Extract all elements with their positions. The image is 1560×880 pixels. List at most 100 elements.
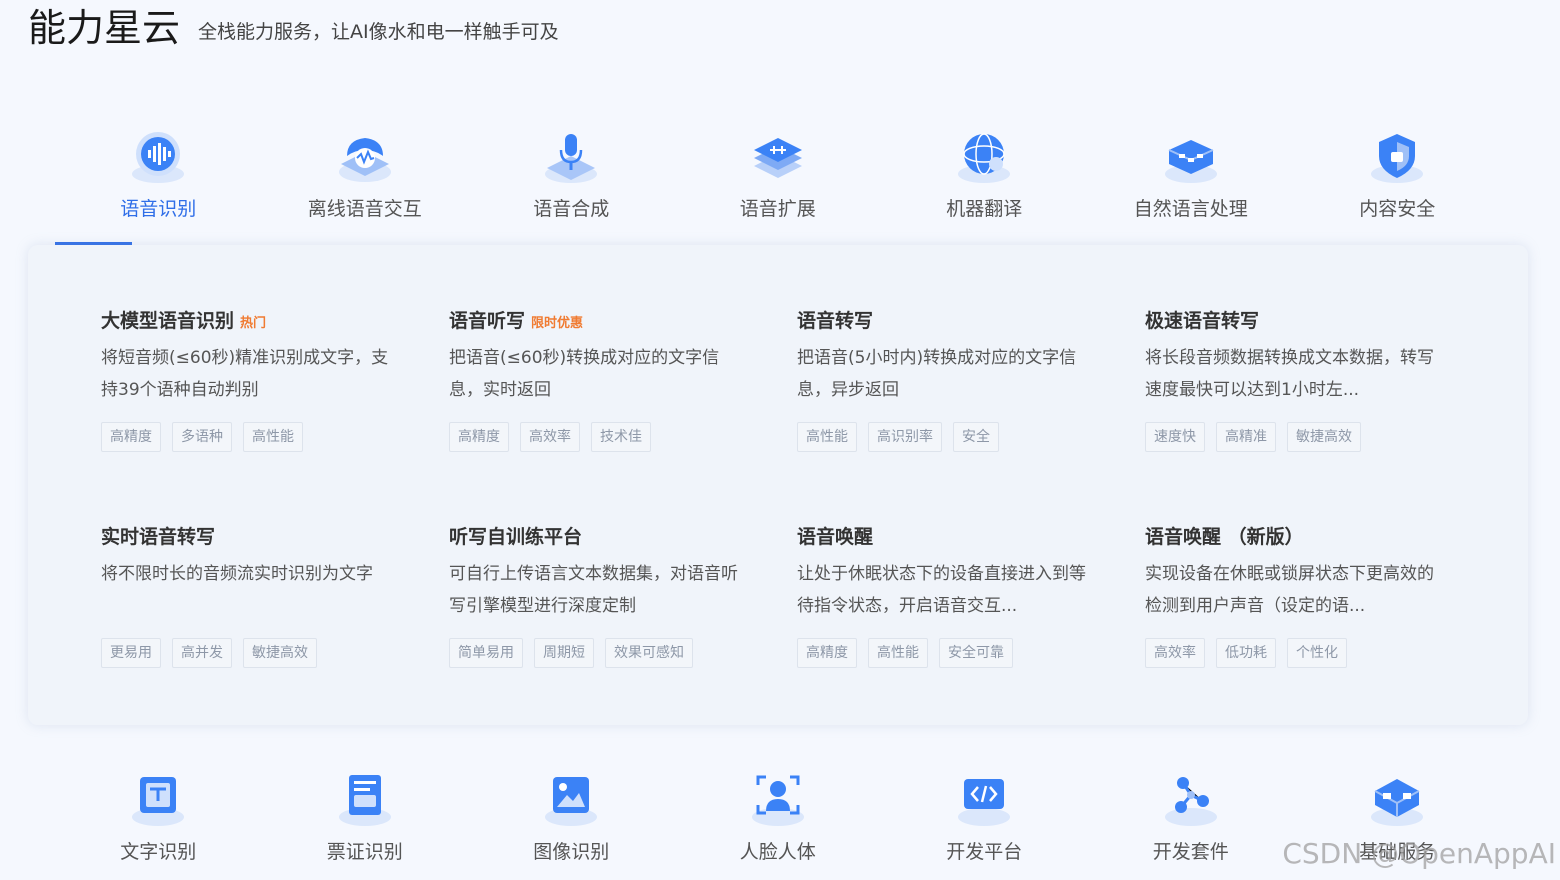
tag: 高识别率 — [868, 422, 942, 452]
card-heading: 语音唤醒 — [797, 524, 1097, 550]
card-heading: 语音唤醒 （新版） — [1145, 524, 1445, 550]
page-subtitle: 全栈能力服务，让AI像水和电一样触手可及 — [198, 21, 559, 43]
tab-label: 语音扩展 — [739, 198, 816, 220]
card-heading: 极速语音转写 — [1145, 308, 1445, 334]
tab-nlp[interactable]: 自然语言处理 — [1088, 120, 1295, 245]
card-description: 让处于休眠状态下的设备直接进入到等待指令状态，开启语音交互... — [797, 564, 1086, 616]
offline-voice-icon — [338, 138, 391, 182]
tag: 简单易用 — [449, 638, 523, 668]
tab-label: 语音识别 — [120, 198, 197, 220]
voice-extension-icon — [753, 138, 802, 178]
card-description: 将不限时长的音频流实时识别为文字 — [101, 564, 373, 584]
tag: 敏捷高效 — [243, 638, 317, 668]
tag: 低功耗 — [1216, 638, 1276, 668]
card-tags: 高精度 高性能 安全可靠 — [797, 638, 1097, 668]
nlp-icon — [1164, 140, 1217, 183]
card-tags: 更易用 高并发 敏捷高效 — [101, 638, 401, 668]
card-badge: 热门 — [240, 316, 267, 331]
card-title: 实时语音转写 — [101, 526, 216, 548]
card-heading: 听写自训练平台 — [449, 524, 749, 550]
shield-icon — [1371, 134, 1424, 183]
nav-dev-platform[interactable]: 开发平台 — [881, 765, 1088, 875]
tag: 高性能 — [243, 422, 303, 452]
service-cards-panel: 大模型语音识别 热门 将短音频(≤60秒)精准识别成文字，支持39个语种自动判别 … — [28, 245, 1528, 725]
tab-voice-extension[interactable]: 语音扩展 — [675, 120, 882, 245]
nav-label: 开发套件 — [1152, 841, 1229, 863]
category-tabs: 语音识别 离线语音交互 语音合成 语音扩展 机器翻译 自然语言处理 内容安全 — [55, 120, 1501, 245]
microphone-icon — [545, 134, 598, 183]
watermark: CSDN @OpenAppAI — [1282, 837, 1556, 870]
tag: 效果可感知 — [605, 638, 693, 668]
nav-ticket-recognition[interactable]: 票证识别 — [262, 765, 469, 875]
service-card[interactable]: 听写自训练平台 可自行上传语言文本数据集，对语音听写引擎模型进行深度定制 简单易… — [449, 524, 749, 668]
tag: 个性化 — [1287, 638, 1347, 668]
service-card[interactable]: 语音转写 把语音(5小时内)转换成对应的文字信息，异步返回 高性能 高识别率 安… — [797, 308, 1097, 452]
tab-machine-translation[interactable]: 机器翻译 — [881, 120, 1088, 245]
nav-label: 开发平台 — [946, 841, 1023, 863]
card-description: 将长段音频数据转换成文本数据，转写速度最快可以达到1小时左... — [1145, 348, 1434, 400]
nav-image-recognition[interactable]: 图像识别 — [468, 765, 675, 875]
kit-icon — [1164, 777, 1217, 826]
tag: 高精度 — [449, 422, 509, 452]
card-title: 语音唤醒 — [797, 526, 874, 548]
ocr-icon — [132, 777, 185, 826]
nav-label: 文字识别 — [120, 841, 197, 863]
tag: 安全 — [953, 422, 999, 452]
card-tags: 高效率 低功耗 个性化 — [1145, 638, 1445, 668]
card-badge: 限时优惠 — [531, 316, 584, 331]
tag: 高精准 — [1216, 422, 1276, 452]
tag: 高性能 — [868, 638, 928, 668]
tag: 高并发 — [172, 638, 232, 668]
card-tags: 高精度 高效率 技术佳 — [449, 422, 749, 452]
tag: 高性能 — [797, 422, 857, 452]
service-card[interactable]: 语音听写 限时优惠 把语音(≤60秒)转换成对应的文字信息，实时返回 高精度 高效… — [449, 308, 749, 452]
card-title: 语音听写 — [449, 310, 526, 332]
tag: 高精度 — [797, 638, 857, 668]
card-title: 听写自训练平台 — [449, 526, 583, 548]
face-icon — [751, 775, 804, 826]
card-description: 将短音频(≤60秒)精准识别成文字，支持39个语种自动判别 — [101, 348, 389, 400]
service-card[interactable]: 语音唤醒 （新版） 实现设备在休眠或锁屏状态下更高效的检测到用户声音（设定的语.… — [1145, 524, 1445, 668]
tab-label: 内容安全 — [1359, 198, 1436, 220]
globe-icon — [958, 133, 1011, 183]
service-card[interactable]: 大模型语音识别 热门 将短音频(≤60秒)精准识别成文字，支持39个语种自动判别 … — [101, 308, 401, 452]
card-heading: 实时语音转写 — [101, 524, 401, 550]
nav-dev-kit[interactable]: 开发套件 — [1088, 765, 1295, 875]
nav-face-body[interactable]: 人脸人体 — [675, 765, 882, 875]
ticket-icon — [338, 775, 391, 826]
card-heading: 语音听写 限时优惠 — [449, 308, 749, 334]
tag: 多语种 — [172, 422, 232, 452]
nav-label: 人脸人体 — [739, 841, 816, 863]
tag: 速度快 — [1145, 422, 1205, 452]
image-icon — [545, 777, 598, 826]
voice-recognition-icon — [132, 132, 185, 183]
tab-label: 离线语音交互 — [307, 198, 422, 220]
tab-voice-recognition[interactable]: 语音识别 — [55, 120, 262, 245]
tag: 高效率 — [520, 422, 580, 452]
card-title: 语音唤醒 （新版） — [1145, 526, 1304, 548]
card-tags: 简单易用 周期短 效果可感知 — [449, 638, 749, 668]
service-card[interactable]: 极速语音转写 将长段音频数据转换成文本数据，转写速度最快可以达到1小时左... … — [1145, 308, 1445, 452]
tag: 安全可靠 — [939, 638, 1013, 668]
code-icon — [958, 779, 1011, 826]
tag: 高精度 — [101, 422, 161, 452]
tab-speech-synthesis[interactable]: 语音合成 — [468, 120, 675, 245]
tab-offline-voice[interactable]: 离线语音交互 — [262, 120, 469, 245]
card-description: 把语音(≤60秒)转换成对应的文字信息，实时返回 — [449, 348, 720, 400]
card-description: 可自行上传语言文本数据集，对语音听写引擎模型进行深度定制 — [449, 564, 738, 616]
card-description: 实现设备在休眠或锁屏状态下更高效的检测到用户声音（设定的语... — [1145, 564, 1434, 616]
card-title: 大模型语音识别 — [101, 310, 235, 332]
tab-label: 自然语言处理 — [1133, 198, 1248, 220]
card-tags: 速度快 高精准 敏捷高效 — [1145, 422, 1445, 452]
service-card[interactable]: 实时语音转写 将不限时长的音频流实时识别为文字 更易用 高并发 敏捷高效 — [101, 524, 401, 668]
tag: 周期短 — [534, 638, 594, 668]
tab-content-security[interactable]: 内容安全 — [1294, 120, 1501, 245]
tag: 高效率 — [1145, 638, 1205, 668]
page-title: 能力星云 — [28, 6, 181, 50]
service-card[interactable]: 语音唤醒 让处于休眠状态下的设备直接进入到等待指令状态，开启语音交互... 高精… — [797, 524, 1097, 668]
nav-text-recognition[interactable]: 文字识别 — [55, 765, 262, 875]
card-tags: 高性能 高识别率 安全 — [797, 422, 1097, 452]
card-title: 极速语音转写 — [1145, 310, 1260, 332]
base-service-icon — [1371, 779, 1424, 826]
tab-label: 机器翻译 — [946, 198, 1023, 220]
